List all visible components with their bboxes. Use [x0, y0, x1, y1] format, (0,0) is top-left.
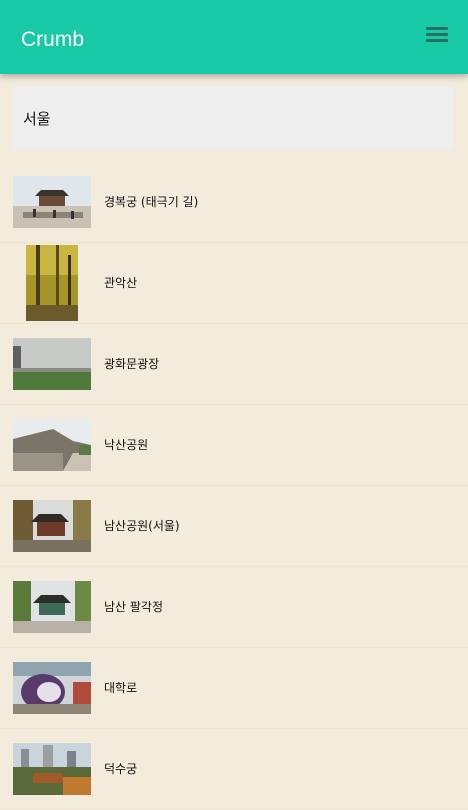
place-name: 남산공원(서울) [104, 519, 180, 533]
place-name: 광화문광장 [104, 357, 160, 371]
app-bar: Crumb [0, 0, 468, 74]
list-item[interactable]: 대학로 [0, 648, 468, 729]
search-field[interactable]: 서울 [13, 86, 454, 150]
place-list: 경복궁 (태극기 길) 관악산 광화문광장 낙산공원 남산공원(서울) 남산 팔… [0, 162, 468, 810]
list-item[interactable]: 낙산공원 [0, 405, 468, 486]
place-name: 낙산공원 [104, 438, 149, 452]
app-title: Crumb [21, 28, 85, 51]
place-name: 관악산 [104, 276, 138, 290]
place-name: 경복궁 (태극기 길) [104, 195, 199, 209]
place-name: 대학로 [104, 681, 138, 695]
list-item[interactable]: 경복궁 (태극기 길) [0, 162, 468, 243]
place-thumbnail [13, 176, 91, 228]
place-thumbnail [13, 419, 91, 471]
list-item[interactable]: 남산공원(서울) [0, 486, 468, 567]
list-item[interactable]: 덕수궁 [0, 729, 468, 810]
place-thumbnail [13, 743, 91, 795]
place-thumbnail [26, 245, 78, 321]
place-thumbnail [13, 500, 91, 552]
place-name: 덕수궁 [104, 762, 138, 776]
place-thumbnail [13, 662, 91, 714]
hamburger-menu-icon[interactable] [426, 27, 448, 47]
search-query: 서울 [23, 110, 51, 128]
place-thumbnail [13, 338, 91, 390]
list-item[interactable]: 광화문광장 [0, 324, 468, 405]
list-item[interactable]: 남산 팔각정 [0, 567, 468, 648]
place-name: 남산 팔각정 [104, 600, 164, 614]
place-thumbnail [13, 581, 91, 633]
list-item[interactable]: 관악산 [0, 243, 468, 324]
